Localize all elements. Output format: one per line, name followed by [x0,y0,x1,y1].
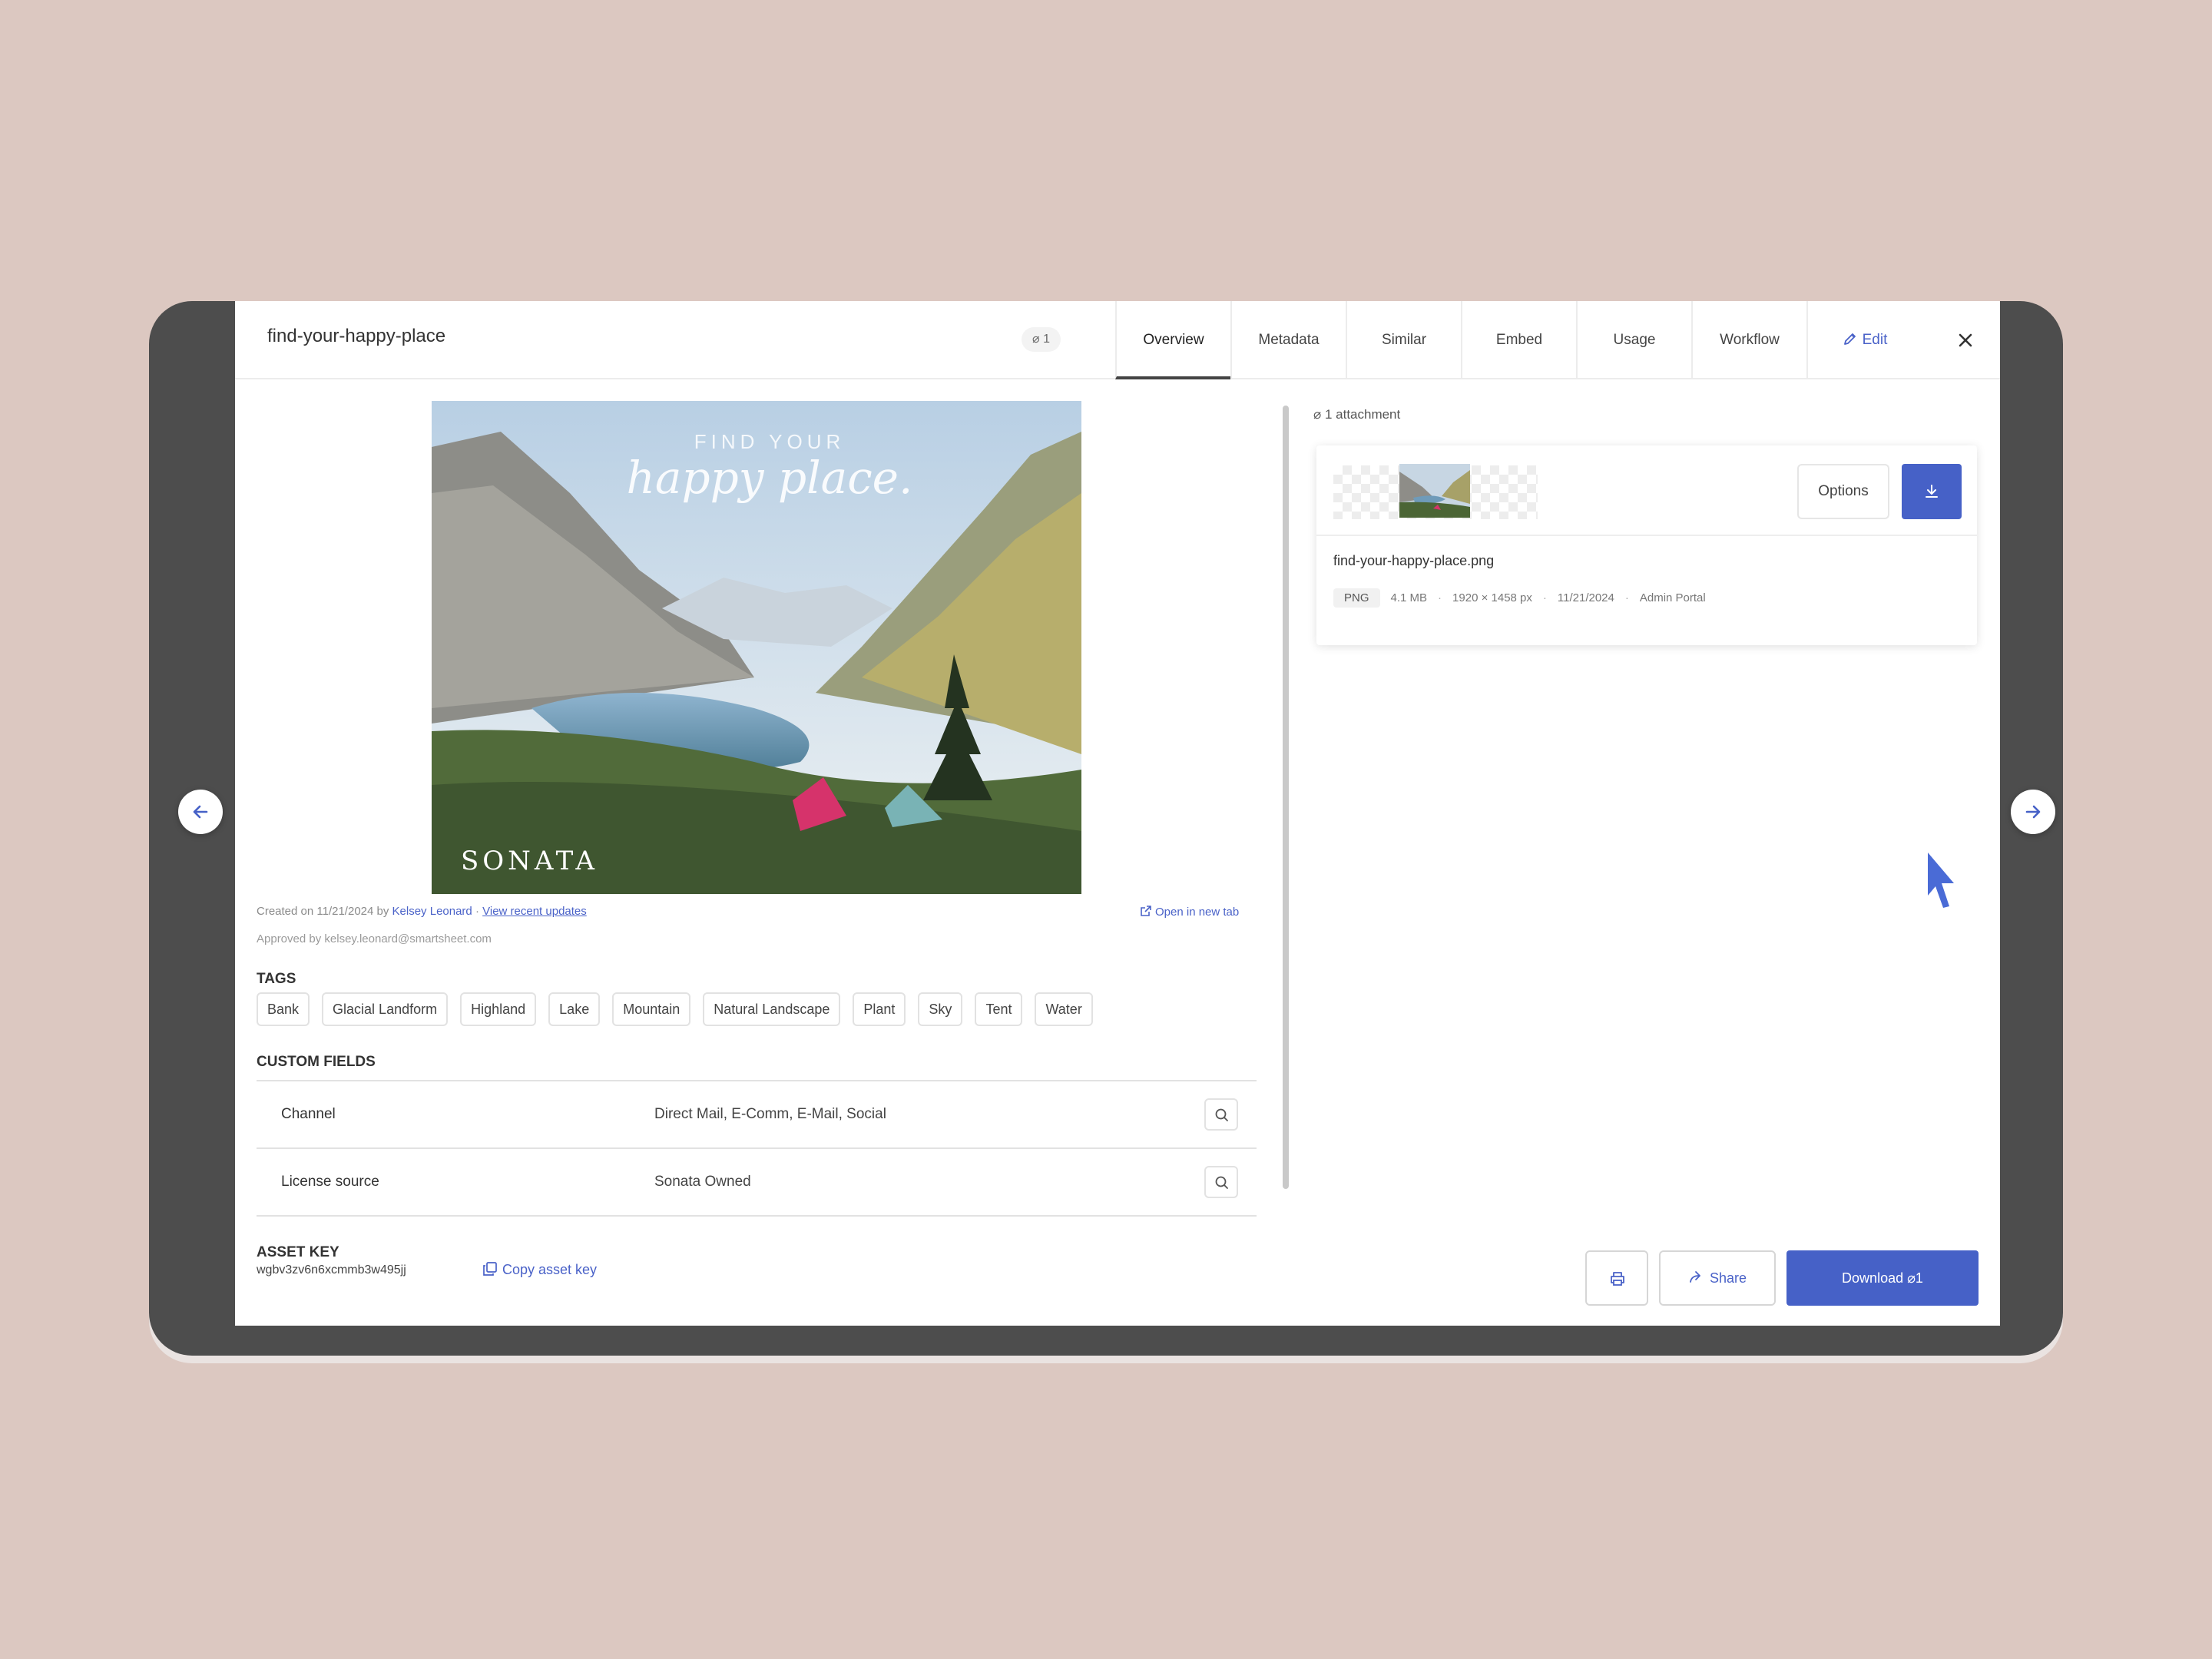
arrow-left-icon [193,805,208,819]
preview-watermark: SONATA [461,846,598,876]
file-type-badge: PNG [1333,588,1380,608]
tag-chip[interactable]: Plant [853,992,906,1026]
tag-chip[interactable]: Water [1035,992,1093,1026]
tag-chip[interactable]: Sky [918,992,963,1026]
tab-edit-label: Edit [1862,332,1888,348]
attachment-card: Options find-your-happy-place.png PNG 4.… [1316,445,1977,645]
tab-similar[interactable]: Similar [1346,301,1461,379]
separator: · [1438,591,1442,604]
tag-chip[interactable]: Highland [460,992,537,1026]
attachment-thumbnail[interactable] [1399,464,1470,518]
custom-field-label: Channel [281,1106,336,1122]
attachment-card-header: Options [1316,445,1977,536]
download-attachment-button[interactable] [1902,464,1962,519]
tab-metadata[interactable]: Metadata [1230,301,1346,379]
separator: · [1624,591,1629,604]
modal-header: find-your-happy-place ⌀ 1 Overview Metad… [235,301,2000,379]
scrollbar[interactable] [1283,406,1289,1189]
tag-chip[interactable]: Bank [257,992,310,1026]
options-button[interactable]: Options [1797,464,1889,519]
tab-overview[interactable]: Overview [1115,301,1230,379]
attachment-file-name: find-your-happy-place.png [1333,553,1495,568]
view-recent-updates-link[interactable]: View recent updates [482,905,587,918]
preview-overlay-line2: happy place. [627,452,913,504]
next-asset-button[interactable] [2011,790,2055,834]
custom-field-value: Direct Mail, E-Comm, E-Mail, Social [654,1106,886,1122]
open-new-tab-link[interactable]: Open in new tab [1140,905,1239,919]
download-button[interactable]: Download ⌀1 [1786,1250,1979,1306]
author-link[interactable]: Kelsey Leonard [392,905,472,918]
tag-chip[interactable]: Natural Landscape [703,992,841,1026]
file-date: 11/21/2024 [1557,591,1614,604]
custom-field-value: Sonata Owned [654,1174,751,1190]
attachment-count-badge: ⌀ 1 [1022,327,1061,352]
divider [257,1147,1257,1149]
tag-chip[interactable]: Tent [975,992,1023,1026]
preview-overlay-line1: FIND YOUR [694,430,846,453]
created-info: Created on 11/21/2024 by Kelsey Leonard … [257,905,587,918]
tag-chip[interactable]: Mountain [612,992,691,1026]
attachment-count: ⌀ 1 attachment [1313,407,1401,422]
search-icon [1215,1108,1228,1121]
meta-separator: · [475,905,479,918]
copy-icon [483,1262,497,1276]
tag-chip[interactable]: Glacial Landform [322,992,449,1026]
tag-list: Bank Glacial Landform Highland Lake Moun… [257,992,1093,1026]
external-link-icon [1141,906,1151,916]
divider [257,1080,1257,1081]
tab-edit[interactable]: Edit [1806,301,1922,379]
file-source: Admin Portal [1639,591,1706,604]
file-size: 4.1 MB [1390,591,1428,604]
tab-workflow[interactable]: Workflow [1691,301,1806,379]
copy-asset-key-button[interactable]: Copy asset key [482,1261,597,1278]
share-label: Share [1709,1270,1747,1286]
share-button[interactable]: Share [1659,1250,1776,1306]
tag-chip[interactable]: Lake [548,992,601,1026]
print-button[interactable] [1585,1250,1648,1306]
separator: · [1542,591,1547,604]
asset-key-value: wgbv3zv6n6xcmmb3w495jj [257,1263,406,1277]
search-channel-button[interactable] [1204,1098,1238,1131]
file-dimensions: 1920 × 1458 px [1452,591,1532,604]
search-icon [1215,1176,1228,1189]
custom-fields-heading: CUSTOM FIELDS [257,1054,376,1070]
attachment-file-info: PNG 4.1 MB · 1920 × 1458 px · 11/21/2024… [1333,588,1706,608]
mouse-cursor-icon [1928,853,1954,908]
approved-info: Approved by kelsey.leonard@smartsheet.co… [257,932,492,945]
tab-embed[interactable]: Embed [1461,301,1576,379]
download-icon [1926,485,1938,498]
search-license-button[interactable] [1204,1166,1238,1198]
tags-heading: TAGS [257,971,296,987]
asset-preview-image[interactable]: FIND YOUR happy place. SONATA [432,401,1081,894]
asset-key-heading: ASSET KEY [257,1244,339,1260]
close-icon[interactable] [1952,327,1979,353]
printer-icon [1611,1272,1624,1286]
share-icon [1690,1271,1700,1283]
created-prefix: Created on 11/21/2024 by [257,905,389,918]
previous-asset-button[interactable] [178,790,223,834]
custom-field-label: License source [281,1174,379,1190]
divider [257,1215,1257,1217]
pencil-icon [1843,333,1856,345]
copy-asset-key-label: Copy asset key [502,1262,598,1277]
open-new-tab-label: Open in new tab [1155,906,1240,919]
asset-detail-modal: find-your-happy-place ⌀ 1 Overview Metad… [235,301,2000,1326]
asset-title: find-your-happy-place [267,326,446,346]
arrow-right-icon [2025,805,2041,819]
tab-usage[interactable]: Usage [1576,301,1691,379]
